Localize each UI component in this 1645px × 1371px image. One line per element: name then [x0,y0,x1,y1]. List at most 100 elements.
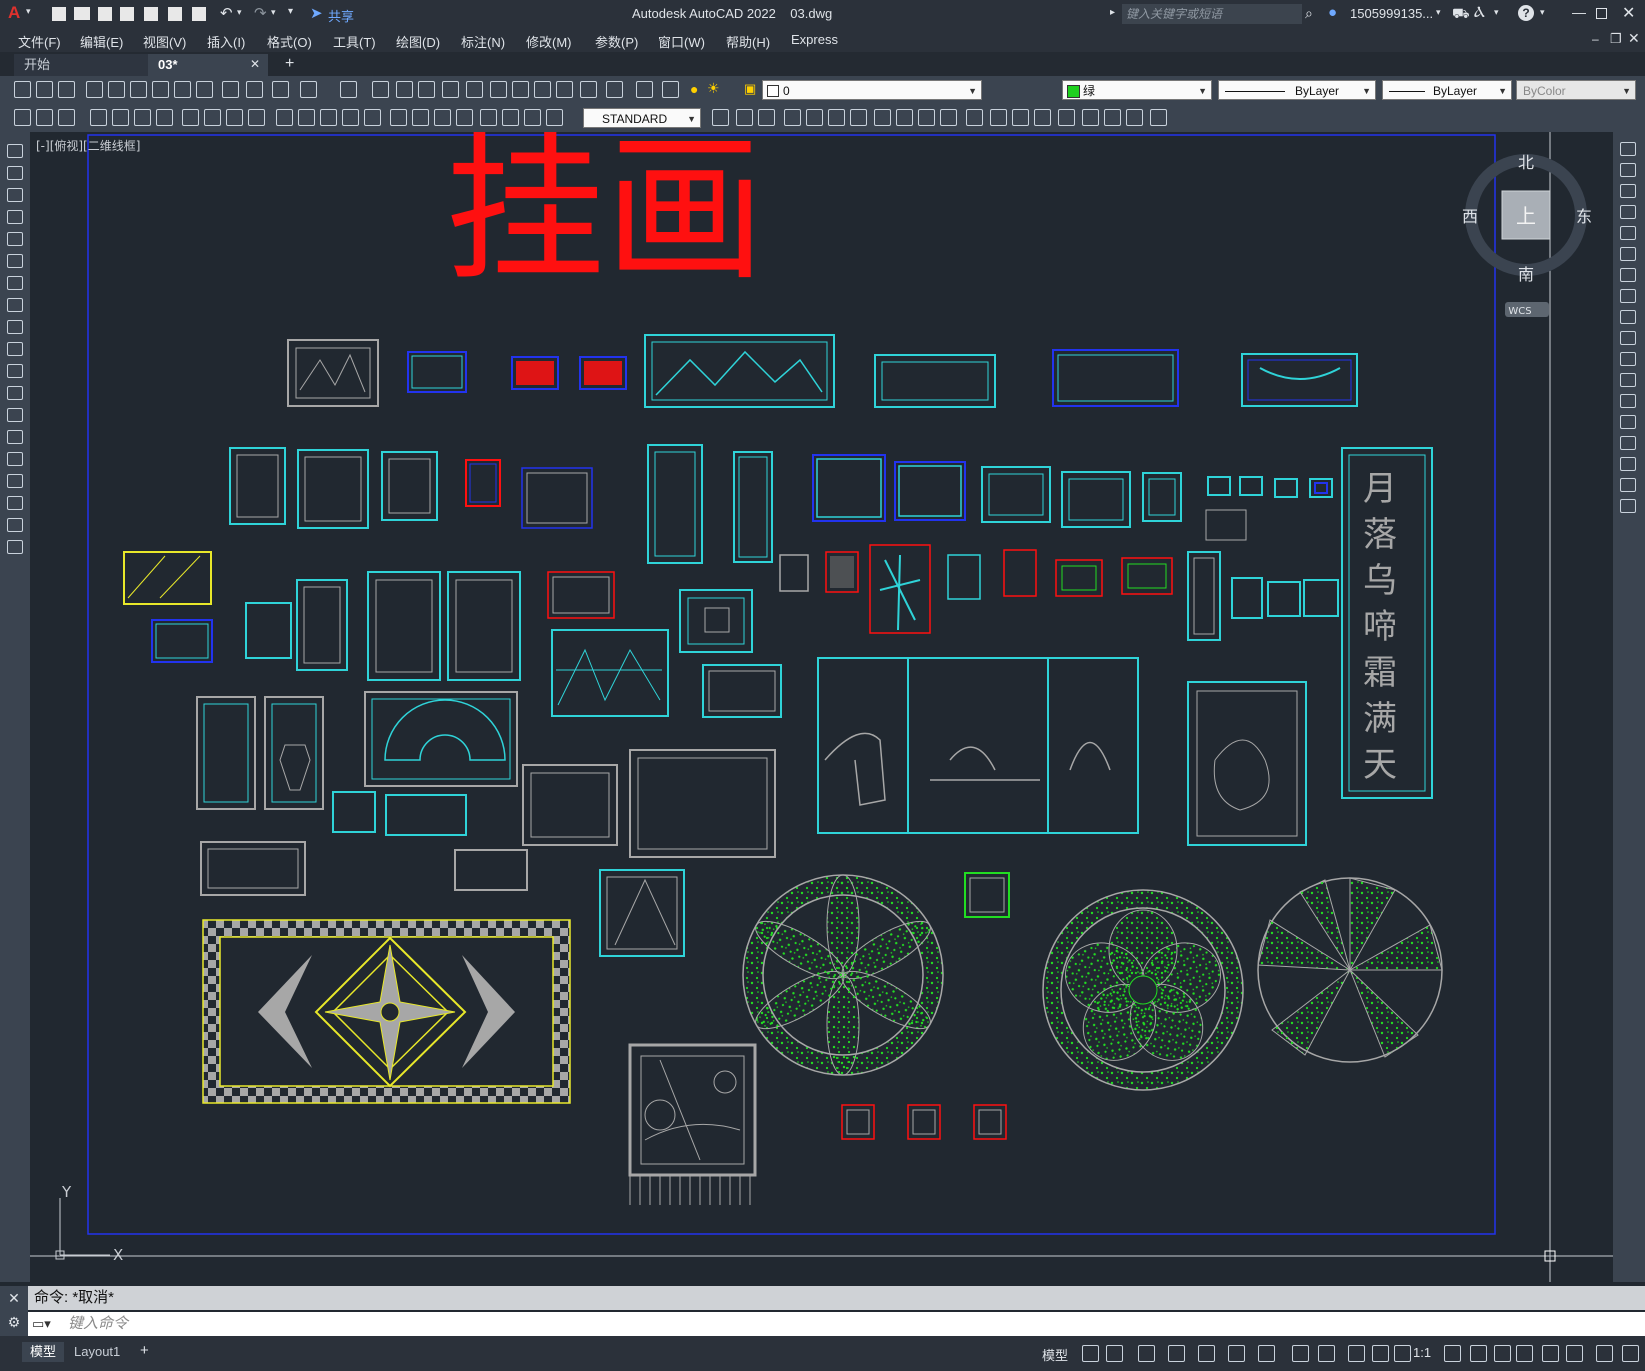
tab-layout1[interactable]: Layout1 [66,1342,128,1362]
toolbar2-tool-18-icon[interactable] [412,109,429,126]
modify-tool-12-icon[interactable] [1620,373,1636,387]
menu-tools[interactable]: 工具(T) [333,32,376,51]
modify-tool-13-icon[interactable] [1620,394,1636,408]
app-menu-chevron-icon[interactable]: ▾ [26,6,31,17]
status-toggle-7-icon[interactable] [1258,1345,1275,1362]
modify-tool-1-icon[interactable] [1620,142,1636,156]
toolbar1-tool-26-icon[interactable] [636,81,653,98]
search-input[interactable]: 键入关键字或短语 [1122,4,1302,24]
toolbar2-tool-41-icon[interactable] [1082,109,1099,126]
draw-tool-2-icon[interactable] [7,166,23,180]
draw-tool-7-icon[interactable] [7,276,23,290]
cart-icon[interactable]: ⛟ [1452,5,1470,24]
toolbar2-tool-8-icon[interactable] [182,109,199,126]
status-toggle-16-icon[interactable] [1516,1345,1533,1362]
toolbar2-tool-27-icon[interactable] [758,109,775,126]
toolbar2-tool-36-icon[interactable] [966,109,983,126]
layer-sun-icon[interactable]: ☀ [707,80,720,97]
toolbar2-tool-14-icon[interactable] [320,109,337,126]
toolbar2-tool-11-icon[interactable] [248,109,265,126]
quick-web-icon[interactable] [144,7,158,21]
help-icon[interactable]: ? [1518,5,1534,21]
tab-close-icon[interactable]: ✕ [250,57,260,71]
a360-dropdown-icon[interactable]: ▾ [1494,7,1499,18]
quick-new-icon[interactable] [52,7,66,21]
toolbar1-tool-8-icon[interactable] [174,81,191,98]
toolbar1-tool-4-icon[interactable] [86,81,103,98]
toolbar2-tool-6-icon[interactable] [134,109,151,126]
toolbar1-tool-17-icon[interactable] [418,81,435,98]
toolbar1-tool-6-icon[interactable] [130,81,147,98]
model-space-button[interactable]: 模型 [1042,1345,1068,1364]
draw-tool-10-icon[interactable] [7,342,23,356]
toolbar2-tool-24-icon[interactable] [546,109,563,126]
status-toggle-9-icon[interactable] [1318,1345,1335,1362]
undo-dropdown-icon[interactable]: ▾ [237,7,242,18]
color-select[interactable]: 绿 ▼ [1062,80,1212,100]
toolbar2-tool-22-icon[interactable] [502,109,519,126]
menu-edit[interactable]: 编辑(E) [80,32,123,51]
toolbar2-tool-7-icon[interactable] [156,109,173,126]
layer-select[interactable]: 0 ▼ [762,80,982,100]
layer-bulb-icon[interactable]: ● [690,81,698,97]
menu-draw[interactable]: 绘图(D) [396,32,440,51]
modify-tool-5-icon[interactable] [1620,226,1636,240]
modify-tool-8-icon[interactable] [1620,289,1636,303]
status-toggle-15-icon[interactable] [1494,1345,1511,1362]
modify-tool-16-icon[interactable] [1620,457,1636,471]
toolbar2-tool-43-icon[interactable] [1126,109,1143,126]
toolbar1-tool-2-icon[interactable] [36,81,53,98]
toolbar1-tool-13-icon[interactable] [300,81,317,98]
new-tab-icon[interactable]: + [285,55,294,73]
wcs-label[interactable]: WCS [1508,306,1531,317]
toolbar1-tool-21-icon[interactable] [512,81,529,98]
status-toggle-17-icon[interactable] [1542,1345,1559,1362]
toolbar2-tool-29-icon[interactable] [806,109,823,126]
toolbar2-tool-33-icon[interactable] [896,109,913,126]
draw-tool-12-icon[interactable] [7,386,23,400]
toolbar2-tool-19-icon[interactable] [434,109,451,126]
toolbar2-tool-35-icon[interactable] [940,109,957,126]
toolbar1-tool-23-icon[interactable] [556,81,573,98]
toolbar2-tool-10-icon[interactable] [226,109,243,126]
draw-tool-19-icon[interactable] [7,540,23,554]
toolbar1-tool-19-icon[interactable] [466,81,483,98]
toolbar1-tool-27-icon[interactable] [662,81,679,98]
menu-parametric[interactable]: 参数(P) [595,32,638,51]
tab-start[interactable]: 开始 [14,54,152,76]
draw-tool-6-icon[interactable] [7,254,23,268]
drawing-title[interactable]: 挂画 [445,132,765,303]
status-toggle-8-icon[interactable] [1292,1345,1309,1362]
draw-tool-17-icon[interactable] [7,496,23,510]
toolbar1-tool-25-icon[interactable] [606,81,623,98]
linetype-select[interactable]: ByLayer ▼ [1218,80,1376,100]
modify-tool-9-icon[interactable] [1620,310,1636,324]
modify-tool-10-icon[interactable] [1620,331,1636,345]
draw-tool-1-icon[interactable] [7,144,23,158]
command-prompt-icon[interactable]: ▭▾ [32,1312,51,1336]
toolbar2-tool-15-icon[interactable] [342,109,359,126]
toolbar1-tool-12-icon[interactable] [272,81,289,98]
status-toggle-14-icon[interactable] [1470,1345,1487,1362]
toolbar2-tool-3-icon[interactable] [58,109,75,126]
draw-tool-13-icon[interactable] [7,408,23,422]
modify-tool-6-icon[interactable] [1620,247,1636,261]
status-toggle-5-icon[interactable] [1198,1345,1215,1362]
draw-tool-9-icon[interactable] [7,320,23,334]
modify-tool-17-icon[interactable] [1620,478,1636,492]
toolbar2-tool-1-icon[interactable] [14,109,31,126]
doc-restore-icon[interactable]: ❐ [1610,31,1622,47]
status-toggle-2-icon[interactable] [1106,1345,1123,1362]
maximize-icon[interactable] [1596,8,1607,19]
menu-window[interactable]: 窗口(W) [658,32,705,51]
draw-tool-18-icon[interactable] [7,518,23,532]
toolbar1-tool-1-icon[interactable] [14,81,31,98]
toolbar2-tool-42-icon[interactable] [1104,109,1121,126]
viewcube-west[interactable]: 西 [1462,207,1478,226]
toolbar2-tool-9-icon[interactable] [204,109,221,126]
status-toggle-12-icon[interactable] [1394,1345,1411,1362]
modify-tool-18-icon[interactable] [1620,499,1636,513]
toolbar1-tool-18-icon[interactable] [442,81,459,98]
toolbar2-tool-4-icon[interactable] [90,109,107,126]
search-icon[interactable]: ⌕ [1305,5,1313,22]
